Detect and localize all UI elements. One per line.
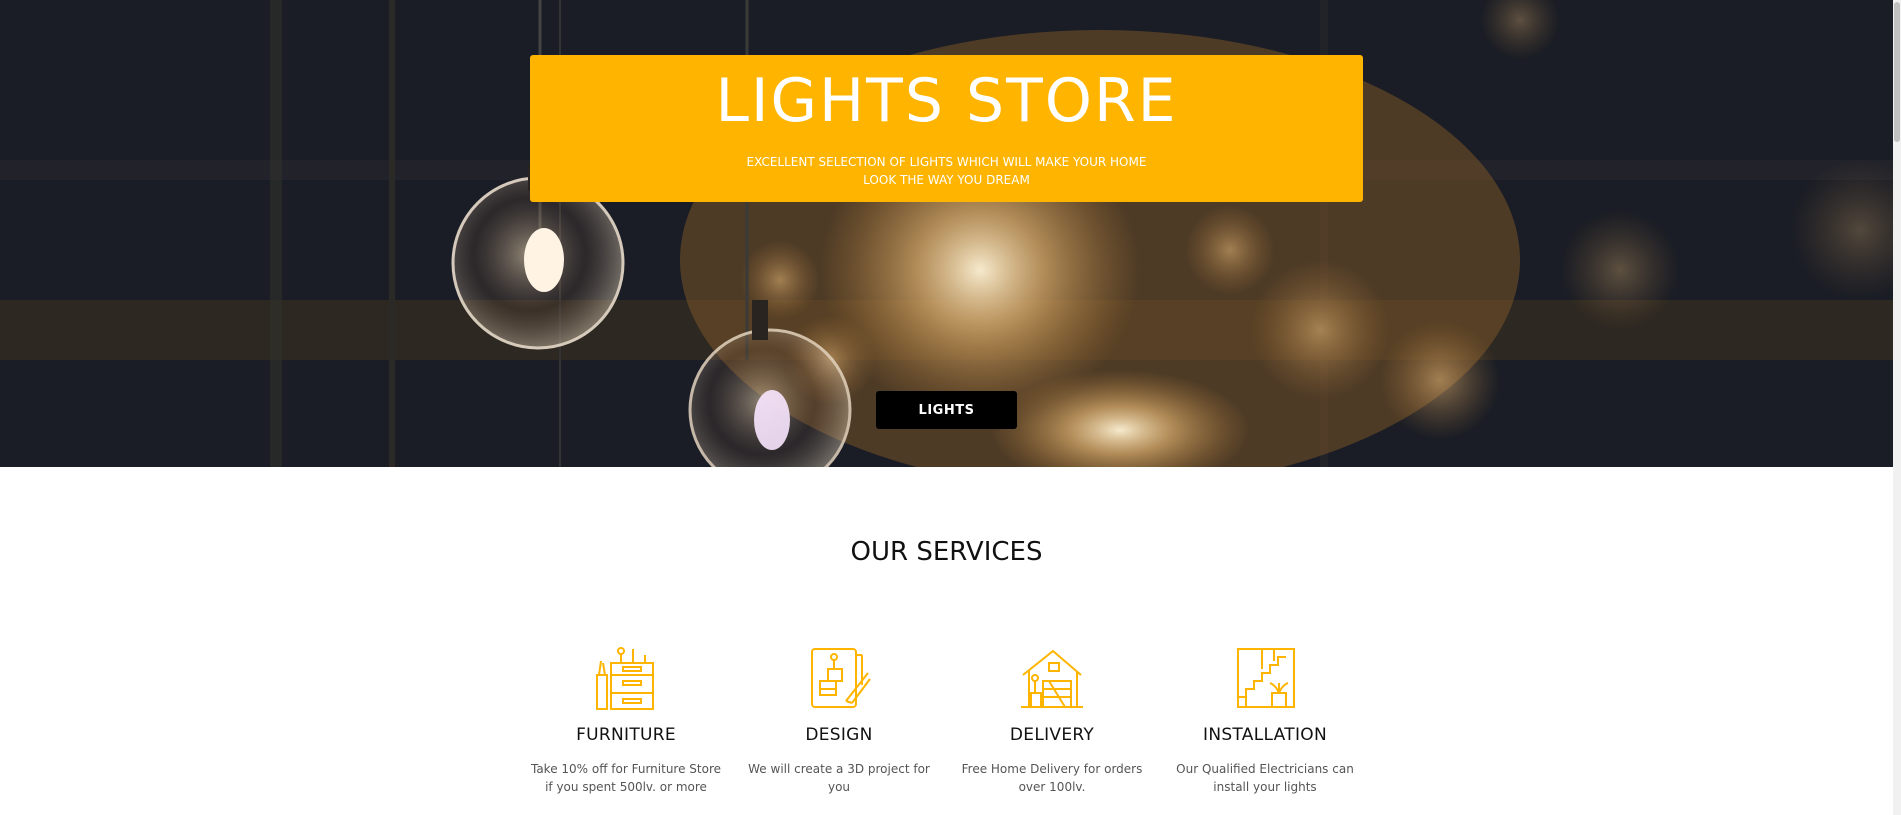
hero-title-box: LIGHTS STORE EXCELLENT SELECTION OF LIGH… bbox=[530, 55, 1363, 202]
scrollbar-thumb[interactable] bbox=[1894, 2, 1900, 142]
delivery-icon bbox=[1021, 649, 1083, 708]
hero-section: LIGHTS STORE EXCELLENT SELECTION OF LIGH… bbox=[0, 0, 1893, 467]
service-title-furniture: FURNITURE bbox=[576, 725, 676, 745]
service-text-installation: Our Qualified Electricians can install y… bbox=[1176, 762, 1354, 794]
service-title-design: DESIGN bbox=[805, 725, 873, 745]
page-scrollbar[interactable] bbox=[1893, 0, 1901, 815]
services-title: OUR SERVICES bbox=[850, 537, 1043, 567]
hero-subtitle: EXCELLENT SELECTION OF LIGHTS WHICH WILL… bbox=[746, 155, 1147, 187]
service-furniture: FURNITURE Take 10% off for Furniture Sto… bbox=[526, 645, 726, 796]
service-title-installation: INSTALLATION bbox=[1203, 725, 1327, 745]
service-delivery: DELIVERY Free Home Delivery for orders o… bbox=[952, 645, 1152, 796]
installation-icon bbox=[1237, 648, 1295, 708]
design-icon bbox=[811, 648, 871, 708]
service-text-furniture: Take 10% off for Furniture Store if you … bbox=[530, 762, 722, 794]
service-text-delivery: Free Home Delivery for orders over 100lv… bbox=[961, 762, 1143, 794]
furniture-icon bbox=[596, 647, 654, 710]
service-text-design: We will create a 3D project for you bbox=[748, 762, 930, 794]
service-title-delivery: DELIVERY bbox=[1009, 725, 1095, 745]
lights-button[interactable]: LIGHTS bbox=[876, 391, 1017, 429]
service-design: DESIGN We will create a 3D project for y… bbox=[739, 645, 939, 796]
service-installation: INSTALLATION Our Qualified Electricians … bbox=[1165, 645, 1365, 796]
page-title: LIGHTS STORE bbox=[715, 66, 1178, 136]
